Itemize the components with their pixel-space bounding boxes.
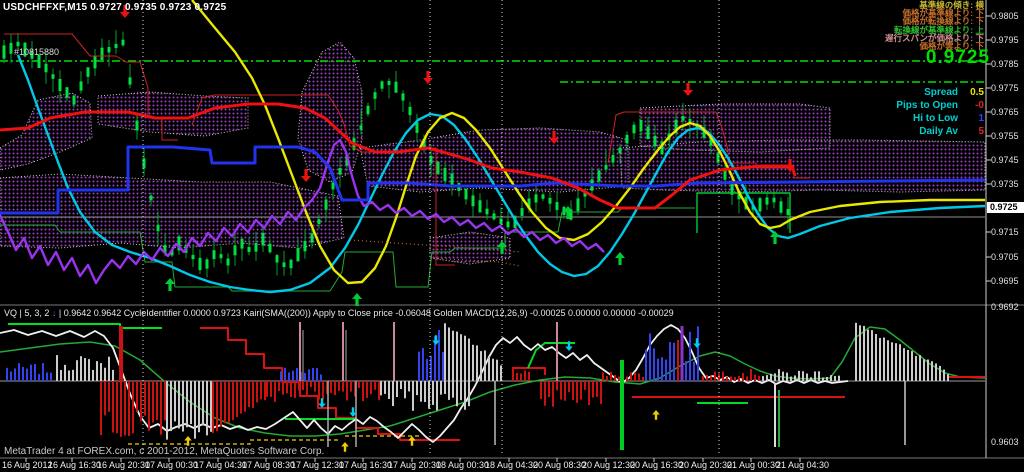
price-axis-label: 0.9603 bbox=[991, 437, 1019, 447]
price-axis-label: 0.9735 bbox=[991, 179, 1019, 189]
chart-canvas[interactable] bbox=[0, 0, 1024, 472]
time-axis-label: 17 Aug 04:30 bbox=[194, 460, 247, 470]
time-axis-label: 17 Aug 08:30 bbox=[242, 460, 295, 470]
platform-watermark: MetaTrader 4 at FOREX.com, c 2001-2012, … bbox=[4, 446, 324, 457]
info-row: Pips to Open-0 bbox=[896, 99, 984, 112]
sell-arrow-icon bbox=[683, 83, 693, 96]
time-axis-label: 16 Aug 16:30 bbox=[48, 460, 101, 470]
info-row: Hi to Low1 bbox=[896, 112, 984, 125]
indicator-values: | 0.9642 0.9642 CycleIdentifier 0.0000 0… bbox=[56, 308, 673, 318]
price-axis[interactable]: 0.9725 0.9805 0.9795 0.9785 0.9775 0.9765 0.9… bbox=[986, 0, 1024, 458]
price-axis-label: 0.9715 bbox=[991, 227, 1019, 237]
sub-green-step-1 bbox=[8, 324, 162, 328]
price-axis-label: 0.9705 bbox=[991, 252, 1019, 262]
price-axis-label: 0.9755 bbox=[991, 131, 1019, 141]
sub-up-arrow-icon bbox=[652, 410, 660, 420]
buy-arrow-icon bbox=[770, 231, 780, 244]
time-axis-label: 21 Aug 04:30 bbox=[776, 460, 829, 470]
buy-arrow-icon bbox=[615, 252, 625, 265]
price-axis-label: 0.9695 bbox=[991, 276, 1019, 286]
time-axis-label: 17 Aug 16:30 bbox=[339, 460, 392, 470]
time-axis-label: 20 Aug 16:30 bbox=[630, 460, 683, 470]
info-row: Daily Av5 bbox=[896, 125, 984, 138]
price-axis-label: 0.9745 bbox=[991, 155, 1019, 165]
price-axis-label: 0.9785 bbox=[991, 59, 1019, 69]
indicator-window-header: VQ | 5, 3, 2 ↓ | 0.9642 0.9642 CycleIden… bbox=[4, 308, 674, 318]
time-axis[interactable]: 16 Aug 201216 Aug 16:3016 Aug 20:3017 Au… bbox=[0, 459, 1024, 472]
time-axis-label: 17 Aug 20:30 bbox=[388, 460, 441, 470]
price-axis-label: 0.9795 bbox=[991, 35, 1019, 45]
time-axis-label: 21 Aug 00:30 bbox=[727, 460, 780, 470]
chart-title: USDCHFFXF,M15 0.9727 0.9735 0.9723 0.972… bbox=[3, 2, 226, 13]
time-axis-label: 20 Aug 12:30 bbox=[582, 460, 635, 470]
time-axis-label: 18 Aug 04:30 bbox=[485, 460, 538, 470]
time-axis-label: 17 Aug 12:30 bbox=[291, 460, 344, 470]
time-axis-label: 16 Aug 20:30 bbox=[97, 460, 150, 470]
price-axis-label: 0.9692 bbox=[991, 302, 1019, 312]
buy-arrow-icon bbox=[165, 278, 175, 291]
info-row: Spread0.5 bbox=[896, 86, 984, 99]
ichimoku-status-legend: 基準線の傾き: 横価格が基準線より: 下価格が転換線より: 下転換線が基準線より… bbox=[885, 1, 984, 50]
price-axis-label: 0.9765 bbox=[991, 107, 1019, 117]
sub-indicator-lines bbox=[0, 324, 985, 444]
time-axis-label: 20 Aug 20:30 bbox=[679, 460, 732, 470]
sub-yellow-dash-1 bbox=[128, 440, 340, 444]
order-ticket-label: #10815880 bbox=[14, 47, 59, 57]
mt4-chart-window: USDCHFFXF,M15 0.9727 0.9735 0.9723 0.972… bbox=[0, 0, 1024, 472]
sub-up-arrow-icon bbox=[341, 442, 349, 452]
price-axis-label: 0.9775 bbox=[991, 83, 1019, 93]
time-axis-label: 16 Aug 2012 bbox=[2, 460, 53, 470]
time-axis-label: 20 Aug 08:30 bbox=[533, 460, 586, 470]
buy-arrow-icon bbox=[352, 293, 362, 306]
price-axis-label: 0.9805 bbox=[991, 11, 1019, 21]
time-axis-label: 18 Aug 00:30 bbox=[436, 460, 489, 470]
sub-down-arrow-icon bbox=[693, 338, 701, 348]
sell-arrow-icon bbox=[301, 169, 311, 182]
indicator-vq-label: VQ | 5, 3, 2 bbox=[4, 308, 52, 318]
current-price-tag: 0.9725 bbox=[987, 202, 1024, 213]
time-axis-label: 17 Aug 00:30 bbox=[145, 460, 198, 470]
current-price-display: 0.9725 bbox=[926, 47, 990, 69]
price-info-panel: Spread0.5Pips to Open-0Hi to Low1Daily A… bbox=[896, 86, 984, 138]
sub-down-arrow-icon bbox=[318, 398, 326, 408]
sell-arrow-icon bbox=[423, 71, 433, 84]
